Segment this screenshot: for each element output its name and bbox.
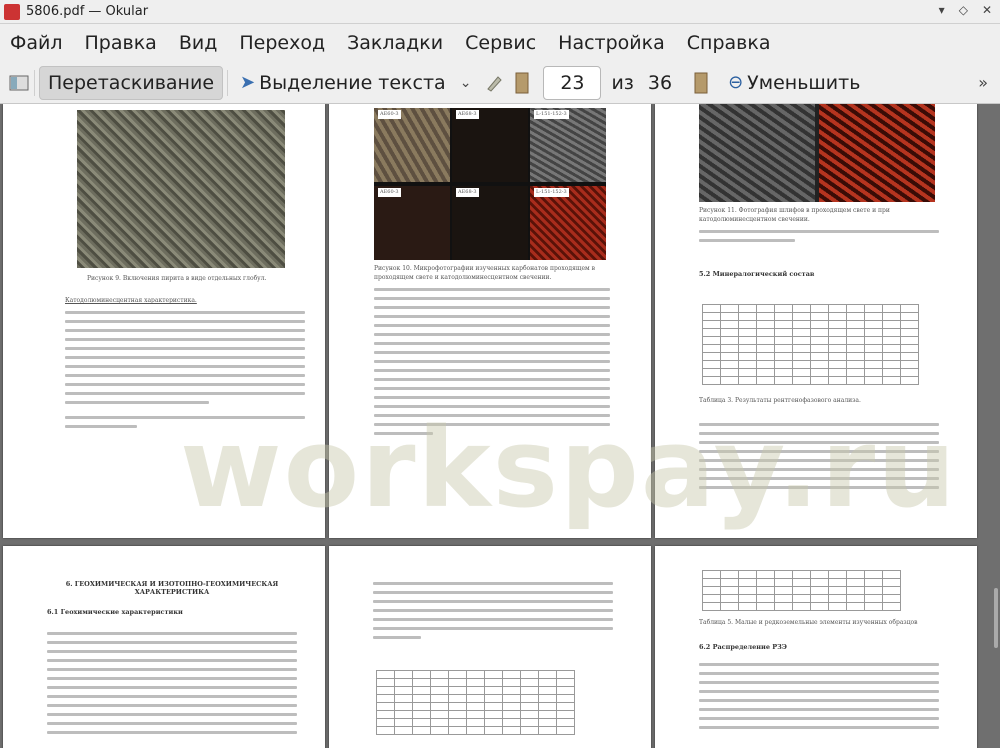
photo-label: L-151-152-3 <box>534 188 569 197</box>
sidebar-toggle-icon[interactable] <box>8 72 30 94</box>
text-block <box>373 576 613 645</box>
cl-micrograph-grid: AE60-3 AE68-3 L-151-152-3 AE60-3 AE68-3 … <box>374 108 606 260</box>
section-heading: Катодолюминесцентная характеристика. <box>65 297 197 304</box>
photo-label: AE60-3 <box>378 110 401 119</box>
photo-label: AE68-3 <box>456 188 479 197</box>
section-heading: 6.2 Распределение РЗЭ <box>699 643 787 651</box>
annotate-icon[interactable] <box>483 72 505 94</box>
menu-bar: Файл Правка Вид Переход Закладки Сервис … <box>0 24 1000 62</box>
table-caption: Таблица 5. Малые и редкоземельные элемен… <box>699 619 918 626</box>
chevron-down-icon[interactable]: ⌄ <box>460 75 472 91</box>
document-viewport[interactable]: Рисунок 9. Включения пирита в виде отдел… <box>0 104 1000 748</box>
menu-edit[interactable]: Правка <box>85 32 157 54</box>
zoom-out-button[interactable]: ⊖ Уменьшить <box>720 66 868 100</box>
figure-caption: Рисунок 11. Фотография шлифов в проходящ… <box>699 207 890 223</box>
section-heading: 5.2 Минералогический состав <box>699 270 815 278</box>
pdf-page <box>329 546 651 748</box>
restore-icon[interactable]: ◇ <box>959 3 968 17</box>
main-toolbar: Перетаскивание ➤ Выделение текста ⌄ 23 и… <box>0 62 1000 104</box>
ree-table <box>376 670 575 735</box>
zoom-out-icon: ⊖ <box>728 72 744 93</box>
menu-tools[interactable]: Сервис <box>465 32 536 54</box>
table-caption: Таблица 3. Результаты рентгенофазового а… <box>699 397 861 404</box>
photo-label: AE60-3 <box>378 188 401 197</box>
page-total-label: 36 <box>647 71 673 94</box>
menu-view[interactable]: Вид <box>179 32 218 54</box>
previous-page-icon[interactable] <box>511 72 533 94</box>
window-controls: ▾ ◇ ✕ <box>939 3 992 17</box>
pdf-page: Рисунок 11. Фотография шлифов в проходящ… <box>655 104 977 538</box>
select-text-label: Выделение текста <box>259 71 446 94</box>
thin-section-photos <box>699 104 935 202</box>
page-number-input[interactable]: 23 <box>543 65 602 100</box>
text-block: Таблица 3. Результаты рентгенофазового а… <box>699 396 939 495</box>
trace-elements-table <box>702 570 901 611</box>
drag-mode-button[interactable]: Перетаскивание <box>39 65 224 100</box>
figure-caption: Рисунок 9. Включения пирита в виде отдел… <box>87 275 267 282</box>
figure-caption: Рисунок 10. Микрофотографии изученных ка… <box>374 265 595 281</box>
window-title: 5806.pdf — Okular <box>26 4 149 19</box>
text-block: Рисунок 11. Фотография шлифов в проходящ… <box>699 206 939 278</box>
window-titlebar: 5806.pdf — Okular ▾ ◇ ✕ <box>0 0 1000 24</box>
menu-help[interactable]: Справка <box>687 32 771 54</box>
toolbar-separator <box>227 69 229 96</box>
toolbar-overflow-icon[interactable]: » <box>978 73 988 92</box>
menu-go[interactable]: Переход <box>239 32 325 54</box>
next-page-icon[interactable] <box>690 72 712 94</box>
text-block: Таблица 5. Малые и редкоземельные элемен… <box>699 618 939 735</box>
pdf-page: Таблица 5. Малые и редкоземельные элемен… <box>655 546 977 748</box>
menu-bookmarks[interactable]: Закладки <box>347 32 443 54</box>
pdf-page: 6. ГЕОХИМИЧЕСКАЯ И ИЗОТОПНО-ГЕОХИМИЧЕСКА… <box>3 546 325 748</box>
photo-label: L-151-152-3 <box>534 110 569 119</box>
pdf-page: Рисунок 9. Включения пирита в виде отдел… <box>3 104 325 538</box>
toolbar-separator <box>34 69 35 96</box>
okular-app-icon <box>4 3 20 20</box>
zoom-out-label: Уменьшить <box>747 71 861 94</box>
chapter-heading: 6. ГЕОХИМИЧЕСКАЯ И ИЗОТОПНО-ГЕОХИМИЧЕСКА… <box>65 580 279 596</box>
text-block: Катодолюминесцентная характеристика. <box>65 296 305 434</box>
pyrite-micrograph <box>77 110 285 268</box>
pdf-page: AE60-3 AE68-3 L-151-152-3 AE60-3 AE68-3 … <box>329 104 651 538</box>
xrd-results-table <box>702 304 919 385</box>
vertical-scrollbar[interactable] <box>994 588 998 648</box>
select-text-button[interactable]: ➤ Выделение текста <box>232 66 454 100</box>
minimize-icon[interactable]: ▾ <box>939 3 945 17</box>
photo-label: AE68-3 <box>456 110 479 119</box>
close-icon[interactable]: ✕ <box>982 3 992 17</box>
text-block: 6. ГЕОХИМИЧЕСКАЯ И ИЗОТОПНО-ГЕОХИМИЧЕСКА… <box>47 580 297 740</box>
cursor-arrow-icon: ➤ <box>240 72 256 93</box>
menu-file[interactable]: Файл <box>10 32 63 54</box>
section-heading: 6.1 Геохимические характеристики <box>47 608 183 616</box>
menu-settings[interactable]: Настройка <box>558 32 665 54</box>
text-block: Рисунок 10. Микрофотографии изученных ка… <box>374 264 610 441</box>
page-of-label: из <box>611 71 634 94</box>
